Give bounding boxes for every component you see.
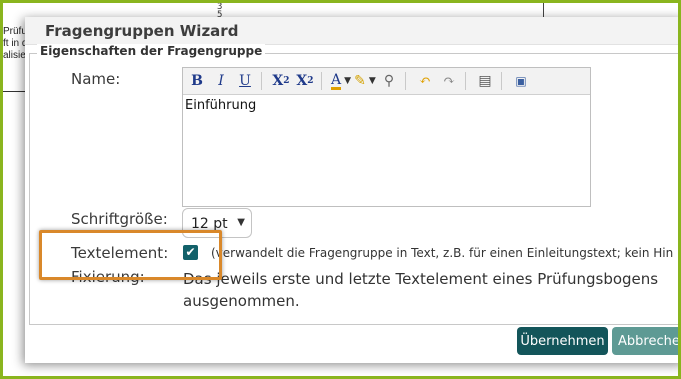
chevron-down-icon: ▼ bbox=[237, 217, 245, 228]
name-label: Name: bbox=[71, 70, 121, 88]
textelement-hint: (verwandelt die Fragengruppe in Text, z.… bbox=[211, 246, 674, 260]
dialog-titlebar[interactable]: Fragengruppen Wizard bbox=[25, 17, 681, 45]
redo-icon[interactable]: ↷ bbox=[438, 70, 460, 92]
cancel-button[interactable]: Abbrechen bbox=[612, 327, 681, 355]
dialog-title: Fragengruppen Wizard bbox=[45, 22, 239, 40]
font-size-label: Schriftgröße: bbox=[71, 210, 168, 228]
fixierung-description: Das jeweils erste und letzte Textelement… bbox=[183, 270, 659, 310]
eyedropper-icon[interactable]: ⚲ bbox=[378, 70, 400, 92]
rich-text-editor[interactable]: B I U X2 X2 A ▼ ✎ ▼ ⚲ ↶ ↷ ▤ ▣ Einführung bbox=[182, 67, 591, 207]
background-divider bbox=[3, 91, 27, 92]
source-icon[interactable]: ▣ bbox=[510, 70, 532, 92]
toolbar-separator bbox=[501, 72, 507, 90]
highlight-color-icon[interactable]: ✎ ▼ bbox=[354, 70, 376, 92]
editor-toolbar: B I U X2 X2 A ▼ ✎ ▼ ⚲ ↶ ↷ ▤ ▣ bbox=[183, 68, 590, 95]
font-color-icon[interactable]: A ▼ bbox=[330, 70, 352, 92]
apply-button[interactable]: Übernehmen bbox=[517, 327, 608, 355]
fieldset-legend: Eigenschaften der Fragengruppe bbox=[37, 44, 266, 58]
italic-icon[interactable]: I bbox=[210, 70, 232, 92]
superscript-icon[interactable]: X2 bbox=[294, 70, 316, 92]
toolbar-separator bbox=[465, 72, 471, 90]
toolbar-separator bbox=[405, 72, 411, 90]
subscript-icon[interactable]: X2 bbox=[270, 70, 292, 92]
toolbar-separator bbox=[261, 72, 267, 90]
wizard-dialog: Fragengruppen Wizard Eigenschaften der F… bbox=[25, 17, 681, 363]
editor-text[interactable]: Einführung bbox=[185, 98, 256, 113]
toolbar-separator bbox=[321, 72, 327, 90]
paste-icon[interactable]: ▤ bbox=[474, 70, 496, 92]
undo-icon[interactable]: ↶ bbox=[414, 70, 436, 92]
bold-icon[interactable]: B bbox=[186, 70, 208, 92]
underline-icon[interactable]: U bbox=[234, 70, 256, 92]
annotation-highlight-box bbox=[39, 230, 222, 280]
